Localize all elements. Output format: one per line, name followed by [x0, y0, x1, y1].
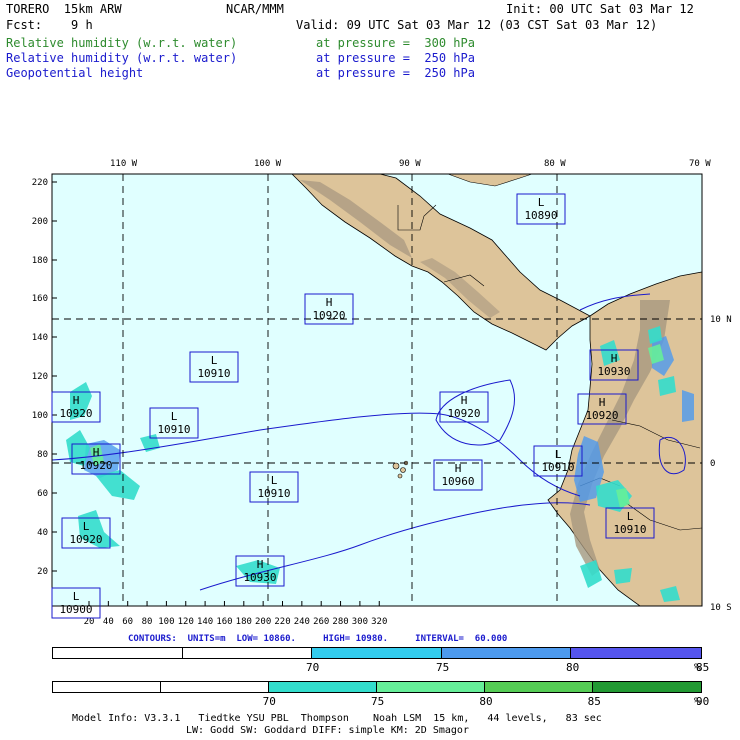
x-tick-label: 140	[197, 617, 213, 627]
x-tick-label: 220	[274, 617, 290, 627]
label-type: H	[599, 396, 606, 409]
label-value: 10930	[243, 571, 276, 584]
label-type: H	[73, 394, 80, 407]
label-value: 10910	[197, 367, 230, 380]
label-value: 10920	[79, 459, 112, 472]
contour-info: CONTOURS: UNITS=m LOW= 10860. HIGH= 1098…	[128, 634, 508, 644]
legend-tick-label: 80	[479, 695, 493, 708]
x-tick-label: 160	[216, 617, 232, 627]
color-bar-segment	[377, 682, 485, 692]
label-value: 10960	[441, 475, 474, 488]
label-type: H	[93, 446, 100, 459]
color-bar-segment	[485, 682, 593, 692]
model-info-line2: LW: Godd SW: Goddard DIFF: simple KM: 2D…	[186, 725, 469, 736]
color-bar-segment	[53, 682, 161, 692]
label-type: H	[257, 558, 264, 571]
label-value: 10890	[524, 209, 557, 222]
top-longitude-labels: 110 W 100 W 90 W 80 W 70 W	[110, 159, 711, 169]
x-tick-label: 100	[158, 617, 174, 627]
label-type: L	[555, 448, 562, 461]
legend-tick-label: 70	[262, 695, 276, 708]
label-value: 10920	[69, 533, 102, 546]
label-value: 10910	[257, 487, 290, 500]
x-tick-label: 40	[103, 617, 114, 627]
color-bar-segment	[182, 648, 313, 658]
y-tick-label: 180	[32, 256, 48, 266]
weather-map: 110 W 100 W 90 W 80 W 70 W 10 N 0 10 S 2…	[32, 159, 732, 627]
label-value: 10910	[541, 461, 574, 474]
lon-label: 70 W	[689, 159, 711, 169]
rh250-color-bar	[52, 647, 702, 659]
y-tick-label: 80	[37, 450, 48, 460]
legend-tick-label: 75	[436, 661, 450, 674]
y-tick-label: 120	[32, 372, 48, 382]
label-type: L	[627, 510, 634, 523]
color-bar-segment	[269, 682, 377, 692]
label-type: L	[73, 590, 80, 603]
lat-label: 10 N	[710, 315, 732, 325]
label-type: H	[326, 296, 333, 309]
lon-label: 100 W	[254, 159, 282, 169]
lat-label: 0	[710, 459, 715, 469]
x-tick-label: 120	[178, 617, 194, 627]
label-value: 10920	[447, 407, 480, 420]
color-bar-segment	[571, 648, 701, 658]
y-tick-label: 220	[32, 178, 48, 188]
legend-tick-label: 85	[587, 695, 601, 708]
x-tick-label: 240	[294, 617, 310, 627]
y-tick-label: 60	[37, 489, 48, 499]
legend-tick-label: 75	[371, 695, 385, 708]
rh300-color-bar	[52, 681, 702, 693]
legend-tick-label: 70	[306, 661, 320, 674]
x-tick-label: 200	[255, 617, 271, 627]
label-type: L	[271, 474, 278, 487]
label-value: 10920	[59, 407, 92, 420]
y-tick-label: 140	[32, 333, 48, 343]
color-bar-segment	[441, 648, 572, 658]
y-tick-label: 40	[37, 528, 48, 538]
x-tick-label: 280	[332, 617, 348, 627]
x-tick-label: 60	[122, 617, 133, 627]
label-type: H	[455, 462, 462, 475]
lat-label: 10 S	[710, 603, 732, 613]
x-tick-label: 320	[371, 617, 387, 627]
y-tick-label: 160	[32, 294, 48, 304]
legend-tick-label: %	[694, 695, 701, 708]
x-tick-label: 260	[313, 617, 329, 627]
label-type: L	[538, 196, 545, 209]
lon-label: 80 W	[544, 159, 566, 169]
legend-tick-label: %	[694, 661, 701, 674]
legend-tick-label: 80	[566, 661, 580, 674]
model-info-line1: Model Info: V3.3.1 Tiedtke YSU PBL Thomp…	[72, 713, 602, 724]
label-type: L	[171, 410, 178, 423]
label-value: 10920	[585, 409, 618, 422]
right-latitude-labels: 10 N 0 10 S	[710, 315, 732, 613]
label-value: 10910	[613, 523, 646, 536]
label-value: 10930	[597, 365, 630, 378]
lon-label: 90 W	[399, 159, 421, 169]
label-value: 10900	[59, 603, 92, 616]
color-bar-segment	[53, 648, 183, 658]
label-type: H	[461, 394, 468, 407]
label-type: L	[211, 354, 218, 367]
y-tick-label: 100	[32, 411, 48, 421]
y-tick-label: 200	[32, 217, 48, 227]
x-tick-label: 180	[236, 617, 252, 627]
label-type: L	[83, 520, 90, 533]
label-value: 10920	[312, 309, 345, 322]
lon-label: 110 W	[110, 159, 138, 169]
x-tick-label: 300	[352, 617, 368, 627]
color-bar-segment	[593, 682, 701, 692]
label-value: 10910	[157, 423, 190, 436]
label-type: H	[611, 352, 618, 365]
color-bar-segment	[312, 648, 442, 658]
x-tick-label: 80	[142, 617, 153, 627]
y-tick-label: 20	[37, 567, 48, 577]
color-bar-segment	[161, 682, 269, 692]
